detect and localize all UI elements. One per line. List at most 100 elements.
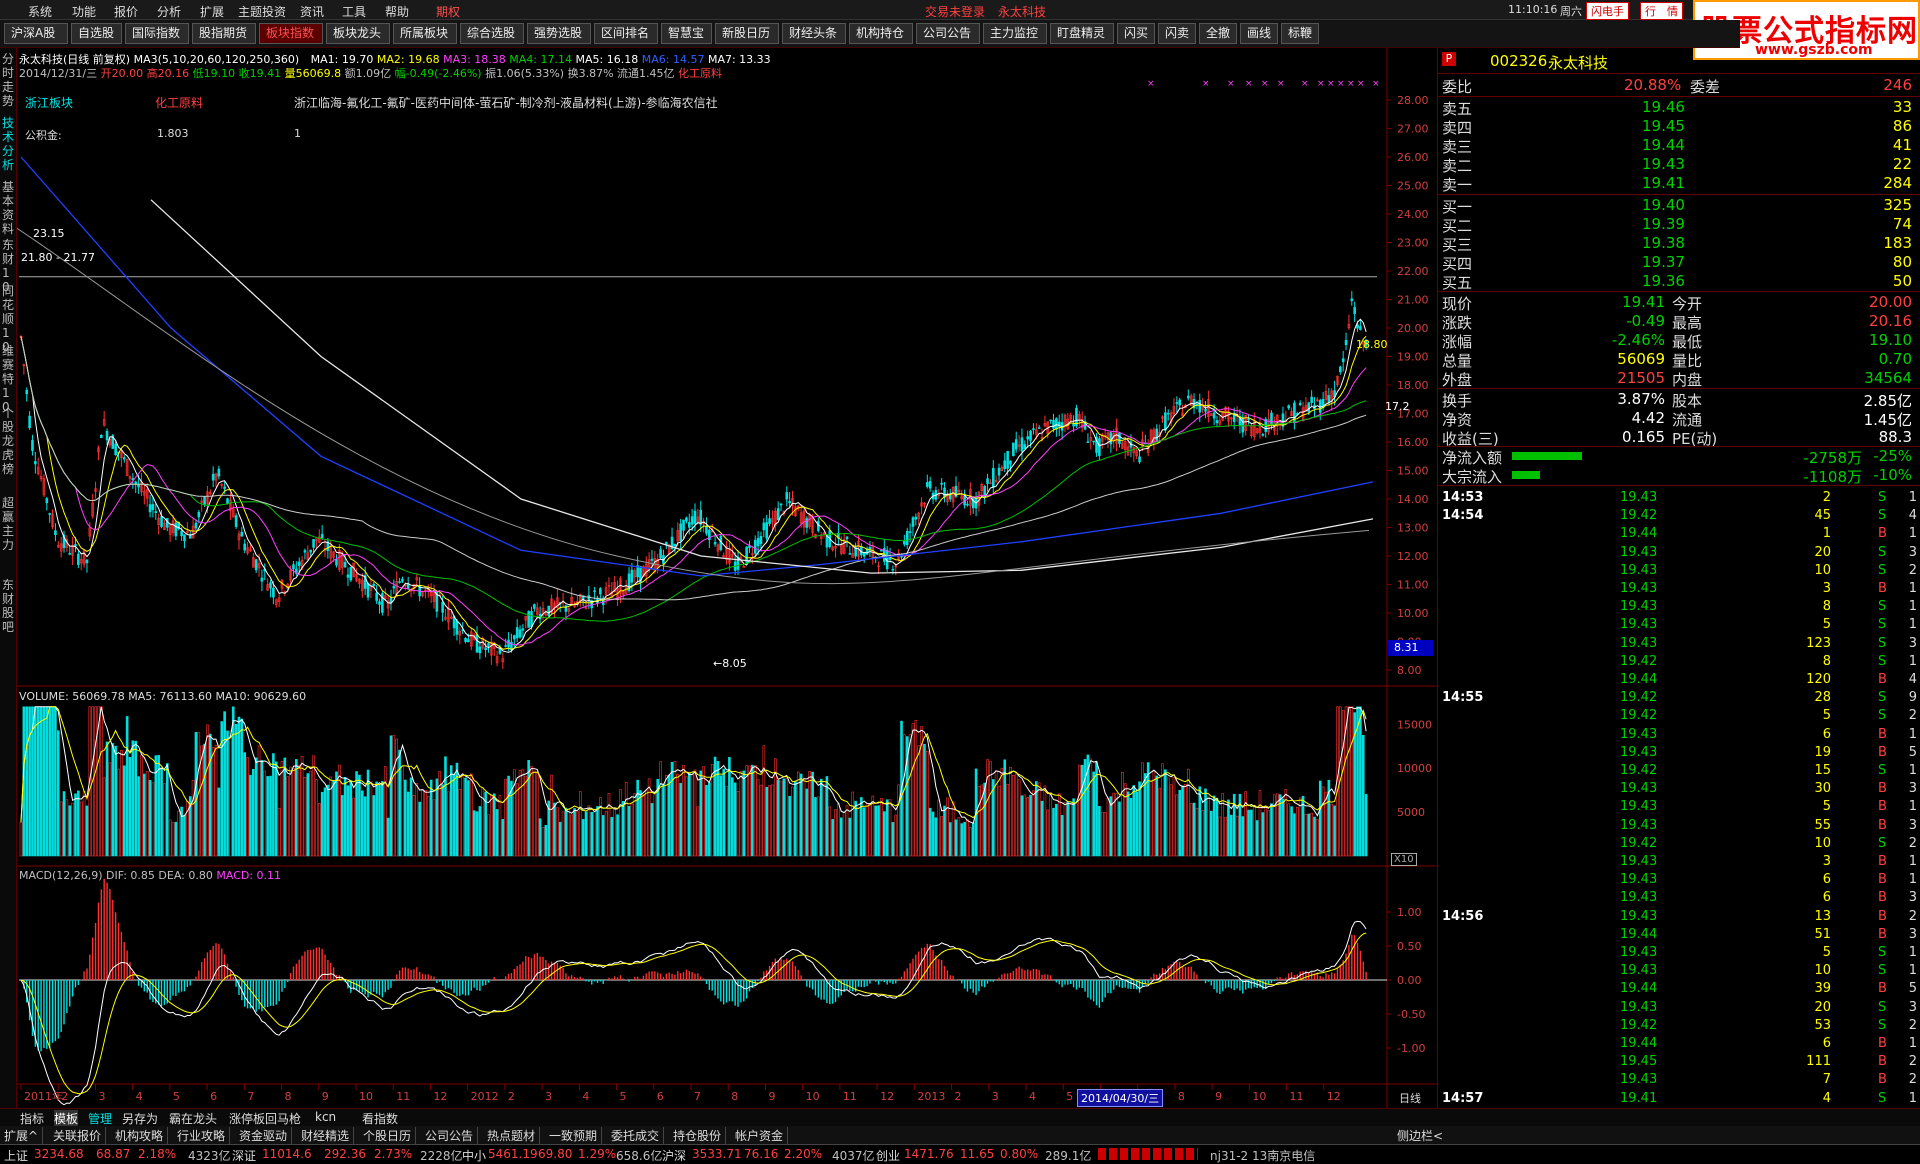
- tag-industry[interactable]: 化工原料: [155, 94, 203, 111]
- toolbar-button-3[interactable]: 股指期货: [192, 23, 256, 44]
- menu-analysis[interactable]: 分析: [157, 3, 181, 20]
- cy-label[interactable]: 创业: [876, 1147, 900, 1164]
- ext-tab-6[interactable]: 个股日历: [363, 1127, 417, 1144]
- side-tab-technical[interactable]: 技术分析: [2, 116, 16, 172]
- ext-tab-2[interactable]: 机构攻略: [115, 1127, 169, 1144]
- ext-tab-5[interactable]: 财经精选: [301, 1127, 355, 1144]
- ext-tab-8[interactable]: 热点题材: [487, 1127, 541, 1144]
- candle-body: [779, 503, 783, 506]
- toolbar-button-5[interactable]: 板块龙头: [326, 23, 390, 44]
- ext-tab-9[interactable]: 一致预期: [549, 1127, 603, 1144]
- tag-region[interactable]: 浙江板块: [25, 94, 73, 111]
- indicator-tab-1[interactable]: 模板: [54, 1110, 79, 1127]
- volume-bar: [1218, 816, 1222, 857]
- sidebar-toggle[interactable]: 侧边栏<: [1397, 1127, 1443, 1144]
- ext-tab-3[interactable]: 行业攻略: [177, 1127, 231, 1144]
- toolbar-button-12[interactable]: 财经头条: [782, 23, 846, 44]
- indicator-tab-2[interactable]: 管理: [88, 1110, 112, 1127]
- kline-svg[interactable]: 28.0027.0026.0025.0024.0023.0022.0021.00…: [17, 48, 1437, 1108]
- toolbar-button-7[interactable]: 综合选股: [460, 23, 524, 44]
- volume-bar: [533, 770, 536, 857]
- ext-tab-10[interactable]: 委托成交: [611, 1127, 665, 1144]
- bar-sector[interactable]: 化工原料: [678, 67, 722, 80]
- buy-price[interactable]: 19.38: [1642, 234, 1685, 252]
- menu-system[interactable]: 系统: [28, 3, 52, 20]
- sell-price[interactable]: 19.43: [1642, 155, 1685, 173]
- ext-tab-4[interactable]: 资金驱动: [239, 1127, 293, 1144]
- flash-trade-button[interactable]: 闪电手: [1586, 2, 1629, 20]
- menu-extend[interactable]: 扩展: [200, 3, 224, 20]
- toolbar-button-19[interactable]: 全撤: [1199, 23, 1237, 44]
- ext-tab-11[interactable]: 持仓股份: [673, 1127, 727, 1144]
- ext-tab-1[interactable]: 关联报价: [53, 1127, 107, 1144]
- ext-tab-12[interactable]: 帐户资金: [735, 1127, 789, 1144]
- indicator-tab-0[interactable]: 指标: [20, 1110, 44, 1127]
- sell-price[interactable]: 19.46: [1642, 98, 1685, 116]
- candle-body: [926, 482, 929, 487]
- volume-bar: [151, 782, 155, 857]
- toolbar-button-4[interactable]: 板块指数: [259, 23, 323, 44]
- menu-help[interactable]: 帮助: [385, 3, 409, 20]
- sz-label[interactable]: 深证: [232, 1147, 256, 1164]
- toolbar-button-16[interactable]: 盯盘精灵: [1050, 23, 1114, 44]
- toolbar-button-18[interactable]: 闪卖: [1158, 23, 1196, 44]
- toolbar-button-6[interactable]: 所属板块: [393, 23, 457, 44]
- stat-value: -2.46%: [1611, 331, 1665, 349]
- toolbar-button-0[interactable]: 沪深A股: [4, 23, 68, 44]
- sell-price[interactable]: 19.45: [1642, 117, 1685, 135]
- indicator-tab-6[interactable]: kcn: [315, 1110, 336, 1124]
- toolbar-button-10[interactable]: 智慧宝: [661, 23, 712, 44]
- ext-tab-0[interactable]: 扩展^: [4, 1127, 44, 1144]
- candle-body: [85, 559, 89, 564]
- buy-price[interactable]: 19.40: [1642, 196, 1685, 214]
- quote-button[interactable]: 行 情: [1640, 2, 1683, 20]
- zx-label[interactable]: 中小: [462, 1147, 486, 1164]
- candle-body: [1247, 418, 1250, 421]
- toolbar-button-14[interactable]: 公司公告: [916, 23, 980, 44]
- candle-body: [1012, 442, 1015, 457]
- menu-tools[interactable]: 工具: [342, 3, 366, 20]
- indicator-tab-7[interactable]: 看指数: [362, 1110, 398, 1127]
- side-tab-lhb[interactable]: 个股龙虎榜: [2, 406, 16, 476]
- side-tab-wst[interactable]: 维赛特10: [2, 344, 16, 414]
- indicator-tab-4[interactable]: 霸在龙头: [169, 1110, 217, 1127]
- toolbar-button-17[interactable]: 闪买: [1117, 23, 1155, 44]
- sell-price[interactable]: 19.44: [1642, 136, 1685, 154]
- login-status[interactable]: 交易未登录: [925, 3, 985, 20]
- side-nav: 分时走势 技术分析 基本资料 东财10 同花顺10 维赛特10 个股龙虎榜 超赢…: [0, 48, 17, 1108]
- side-tab-intraday[interactable]: 分时走势: [2, 52, 16, 108]
- sh-label[interactable]: 上证: [4, 1147, 28, 1164]
- volume-bar: [501, 819, 505, 857]
- candle-body: [183, 534, 186, 542]
- indicator-tab-3[interactable]: 另存为: [122, 1110, 158, 1127]
- ext-tab-7[interactable]: 公司公告: [425, 1127, 479, 1144]
- menu-theme[interactable]: 主题投资: [238, 3, 286, 20]
- toolbar-button-21[interactable]: 标鞭: [1281, 23, 1319, 44]
- volume-bar: [1155, 775, 1159, 857]
- indicator-tab-5[interactable]: 涨停板回马枪: [229, 1110, 301, 1127]
- buy-price[interactable]: 19.37: [1642, 253, 1685, 271]
- menu-news[interactable]: 资讯: [300, 3, 324, 20]
- buy-price[interactable]: 19.36: [1642, 272, 1685, 290]
- toolbar-button-11[interactable]: 新股日历: [715, 23, 779, 44]
- menu-quote[interactable]: 报价: [114, 3, 138, 20]
- side-tab-profile[interactable]: 基本资料: [2, 180, 16, 236]
- toolbar-button-2[interactable]: 国际指数: [125, 23, 189, 44]
- volume-bar: [315, 779, 318, 857]
- toolbar-button-1[interactable]: 自选股: [71, 23, 122, 44]
- buy-price[interactable]: 19.39: [1642, 215, 1685, 233]
- toolbar-button-13[interactable]: 机构持仓: [849, 23, 913, 44]
- menu-function[interactable]: 功能: [72, 3, 96, 20]
- volume-bar: [100, 706, 103, 857]
- sell-price[interactable]: 19.41: [1642, 174, 1685, 192]
- side-tab-main-force[interactable]: 超赢主力: [2, 496, 16, 552]
- toolbar-button-15[interactable]: 主力监控: [983, 23, 1047, 44]
- menu-options[interactable]: 期权: [436, 3, 460, 20]
- side-tab-forum[interactable]: 东财股吧: [2, 578, 16, 634]
- toolbar-button-20[interactable]: 画线: [1240, 23, 1278, 44]
- period-label[interactable]: 日线: [1399, 1090, 1421, 1106]
- kline-chart-area[interactable]: 28.00 27.00 26.00 25.00 24.00 23.00 22.00 21.00…: [17, 48, 1437, 1108]
- hs-label[interactable]: 沪深: [662, 1147, 686, 1164]
- toolbar-button-8[interactable]: 强势选股: [527, 23, 591, 44]
- toolbar-button-9[interactable]: 区间排名: [594, 23, 658, 44]
